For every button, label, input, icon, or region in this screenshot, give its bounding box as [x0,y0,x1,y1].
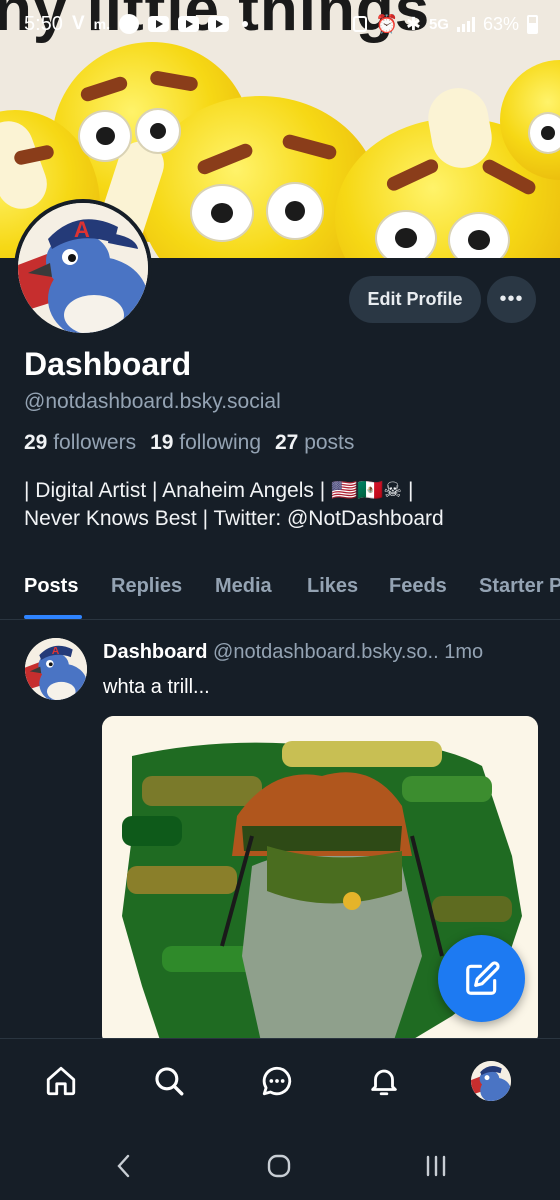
status-time: 5:50 [24,12,63,35]
youtube-icon [147,16,169,32]
system-back-button[interactable] [104,1148,144,1184]
network-label: 5G [428,15,449,33]
compose-button[interactable] [438,935,525,1022]
more-notifications-icon [241,21,248,27]
tab-feeds[interactable]: Feeds [389,575,447,598]
profile-tabs: Posts Replies Media Likes Feeds Starter … [0,562,560,620]
banner-eye [190,184,254,242]
nav-home[interactable] [39,1059,83,1103]
signal-icon [456,16,475,32]
banner-eye [375,210,437,258]
post-text: whta a trill... [103,676,210,698]
banner-eye [266,182,324,240]
tab-starter-packs[interactable]: Starter Packs [479,575,560,598]
followers-count: 29 [24,431,48,454]
notification-m-icon: m. [93,16,110,32]
posts-label: posts [304,431,355,454]
post-author-avatar[interactable]: A [25,638,87,700]
nav-search[interactable] [147,1059,191,1103]
search-icon [155,1067,184,1096]
posts-count: 27 [275,431,299,454]
post-author-handle[interactable]: @notdashboard.bsky.so.. [213,641,439,663]
status-left: 5:50 V m. [24,13,248,36]
followers-label: followers [53,431,137,454]
recents-icon [426,1155,446,1177]
profile-bio: | Digital Artist | Anaheim Angels | 🇺🇸🇲🇽… [24,477,544,533]
tab-posts[interactable]: Posts [24,575,78,598]
following-label: following [179,431,261,454]
bluetooth-icon: ✱ [405,13,421,34]
system-navigation [0,1130,560,1200]
tab-media[interactable]: Media [215,575,272,598]
youtube-icon [177,16,199,32]
status-bar: 5:50 V m. ⏰ ✱ 5G 63% [0,0,560,48]
battery-percent: 63% [482,13,519,34]
nav-profile-avatar[interactable] [471,1061,511,1101]
nav-notifications[interactable] [362,1059,406,1103]
profile-stats: 29 followers 19 following 27 posts [24,431,354,455]
avatar-bird-illustration: A [18,203,148,333]
bio-line: | Digital Artist | Anaheim Angels | 🇺🇸🇲🇽… [24,479,414,502]
chat-icon [262,1066,292,1096]
avatar-bird-illustration [471,1061,511,1101]
following-link[interactable]: 19 following [150,431,261,455]
posts-stat: 27 posts [275,431,354,455]
svg-text:A: A [52,646,60,657]
post-header: Dashboard @notdashboard.bsky.so.. 1mo [103,641,483,664]
banner-eye [78,110,132,162]
post-timestamp: 1mo [444,641,484,663]
banner-eye [135,108,181,154]
edit-profile-button[interactable]: Edit Profile [349,276,481,323]
svg-text:A: A [74,217,90,242]
compose-icon [465,960,500,995]
battery-saver-icon [353,16,368,32]
more-options-button[interactable]: ••• [487,276,536,323]
back-icon [117,1154,130,1178]
spotify-icon [118,14,139,34]
alarm-icon: ⏰ [375,13,398,34]
home-circle-icon [267,1154,291,1178]
tab-likes[interactable]: Likes [307,575,358,598]
post-author-name[interactable]: Dashboard [103,641,207,663]
profile-handle: @notdashboard.bsky.social [24,390,281,413]
banner-eye [528,112,560,154]
avatar-bird-illustration: A [25,638,87,700]
bell-icon [371,1069,397,1096]
youtube-icon [207,16,229,32]
status-right: ⏰ ✱ 5G 63% [353,14,538,35]
notification-v-icon: V [71,13,85,34]
system-home-button[interactable] [259,1148,299,1184]
bio-line: Never Knows Best | Twitter: @NotDashboar… [24,507,444,530]
profile-display-name: Dashboard [24,346,192,382]
followers-link[interactable]: 29 followers [24,431,136,455]
system-recents-button[interactable] [416,1148,456,1184]
home-icon [46,1066,76,1096]
tab-replies[interactable]: Replies [111,575,182,598]
battery-icon [527,14,538,34]
following-count: 19 [150,431,174,454]
nav-chat[interactable] [255,1059,299,1103]
active-tab-indicator [24,615,82,619]
bottom-navigation [0,1038,560,1130]
profile-avatar[interactable]: A [14,199,152,337]
